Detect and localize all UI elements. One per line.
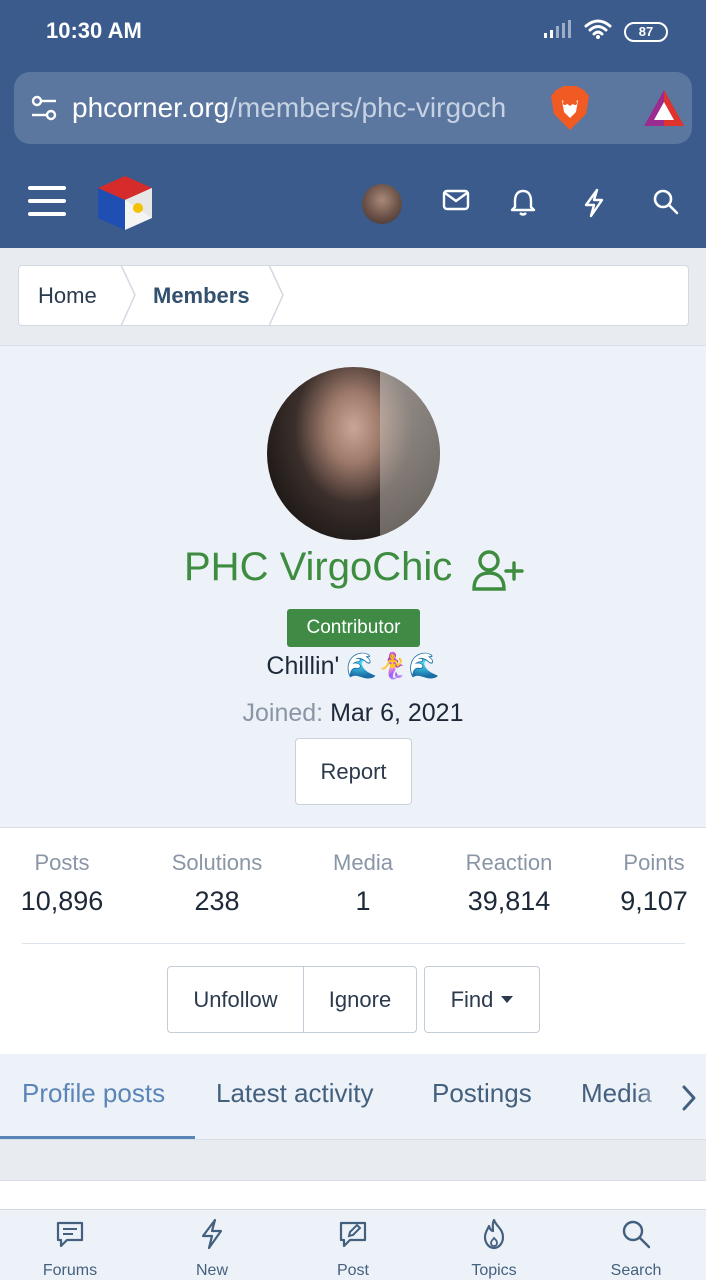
stat-label: Points <box>623 850 685 875</box>
compose-icon <box>339 1221 367 1248</box>
nav-label: Topics <box>471 1262 517 1279</box>
search-icon[interactable] <box>652 188 680 221</box>
site-settings-icon[interactable] <box>30 94 58 127</box>
stat-label: Reaction <box>465 850 553 875</box>
hamburger-menu-icon[interactable] <box>28 184 66 223</box>
brave-shields-icon[interactable] <box>548 84 592 137</box>
nav-label: Forums <box>42 1262 98 1279</box>
breadcrumb: Home Members <box>18 265 689 326</box>
url-text[interactable]: phcorner.org/members/phc-virgoch <box>72 92 542 124</box>
browser-toolbar: phcorner.org/members/phc-virgoch <box>0 62 706 158</box>
tab-latest-activity[interactable]: Latest activity <box>216 1078 374 1109</box>
breadcrumb-separator <box>268 265 284 326</box>
stat-value: 238 <box>194 886 240 916</box>
breadcrumb-members-label: Members <box>153 282 250 308</box>
brave-rewards-icon[interactable] <box>642 88 686 133</box>
nav-search[interactable]: Search <box>576 1218 696 1280</box>
chevron-right-icon[interactable] <box>680 1084 698 1117</box>
search-icon <box>622 1220 651 1249</box>
nav-label: Search <box>610 1262 662 1279</box>
inbox-icon[interactable] <box>442 188 470 217</box>
forums-icon <box>56 1221 84 1248</box>
status-icons: 87 <box>544 18 668 45</box>
stat-label: Posts <box>34 850 90 875</box>
stat-points[interactable]: Points 9,107 <box>614 850 694 917</box>
stat-value: 9,107 <box>620 886 688 916</box>
nav-topics[interactable]: Topics <box>434 1218 554 1280</box>
nav-new[interactable]: New <box>152 1218 272 1280</box>
clock: 10:30 AM <box>46 18 142 43</box>
bolt-icon <box>201 1218 223 1250</box>
whats-new-bolt-icon[interactable] <box>582 188 606 223</box>
unfollow-button[interactable]: Unfollow <box>167 966 304 1033</box>
profile-avatar[interactable] <box>267 367 440 540</box>
user-avatar[interactable] <box>362 184 402 224</box>
nav-forums[interactable]: Forums <box>10 1218 130 1280</box>
address-bar[interactable]: phcorner.org/members/phc-virgoch <box>14 72 692 144</box>
joined-value: Mar 6, 2021 <box>330 699 464 727</box>
nav-label: New <box>195 1262 228 1279</box>
stat-value: 10,896 <box>20 886 104 916</box>
url-path: /members/phc-virgoch <box>229 92 507 123</box>
stat-value: 1 <box>355 886 371 916</box>
member-stats: Posts 10,896 Solutions 238 Media 1 React… <box>0 828 706 1054</box>
tab-profile-posts[interactable]: Profile posts <box>22 1078 165 1109</box>
ignore-button[interactable]: Ignore <box>303 966 417 1033</box>
user-plus-icon[interactable] <box>472 549 526 598</box>
flame-icon <box>483 1218 505 1250</box>
user-title-badge: Contributor <box>287 609 420 647</box>
site-logo[interactable] <box>94 172 156 239</box>
status-bar: 10:30 AM 87 <box>0 0 706 62</box>
breadcrumb-home[interactable]: Home <box>19 265 136 326</box>
joined-date: Joined: Mar 6, 2021 <box>0 699 706 728</box>
section-gap <box>0 1141 706 1181</box>
wifi-icon <box>584 18 612 45</box>
find-label: Find <box>450 986 494 1012</box>
active-tab-indicator <box>0 1136 195 1139</box>
profile-username[interactable]: PHC VirgoChic <box>184 545 452 590</box>
battery-indicator: 87 <box>624 21 668 42</box>
bell-icon[interactable] <box>510 188 536 221</box>
stat-media[interactable]: Media 1 <box>323 850 403 917</box>
custom-status: Chillin' 🌊🧜‍♀️🌊 <box>266 652 440 680</box>
stat-label: Solutions <box>171 850 263 875</box>
stat-solutions[interactable]: Solutions 238 <box>163 850 271 917</box>
signal-icon <box>544 19 572 44</box>
find-dropdown-button[interactable]: Find <box>424 966 540 1033</box>
url-host: phcorner.org <box>72 92 230 123</box>
nav-label: Post <box>336 1262 369 1279</box>
tab-postings[interactable]: Postings <box>432 1078 532 1109</box>
breadcrumb-members[interactable]: Members <box>129 265 284 326</box>
stat-reaction[interactable]: Reaction 39,814 <box>455 850 563 917</box>
profile-tabs: Profile posts Latest activity Postings M… <box>0 1054 706 1140</box>
bottom-navigation: Forums New Post Topics Search <box>0 1209 706 1280</box>
caret-down-icon <box>501 996 514 1003</box>
stat-label: Media <box>333 850 393 875</box>
stats-divider <box>22 943 685 944</box>
stat-value: 39,814 <box>467 886 551 916</box>
site-header <box>0 158 706 248</box>
stat-posts[interactable]: Posts 10,896 <box>18 850 106 917</box>
breadcrumb-home-label: Home <box>38 282 97 308</box>
joined-label: Joined: <box>242 699 324 727</box>
nav-post[interactable]: Post <box>293 1218 413 1280</box>
report-button[interactable]: Report <box>295 738 412 805</box>
profile-card: PHC VirgoChic Contributor Chillin' 🌊🧜‍♀️… <box>0 345 706 828</box>
